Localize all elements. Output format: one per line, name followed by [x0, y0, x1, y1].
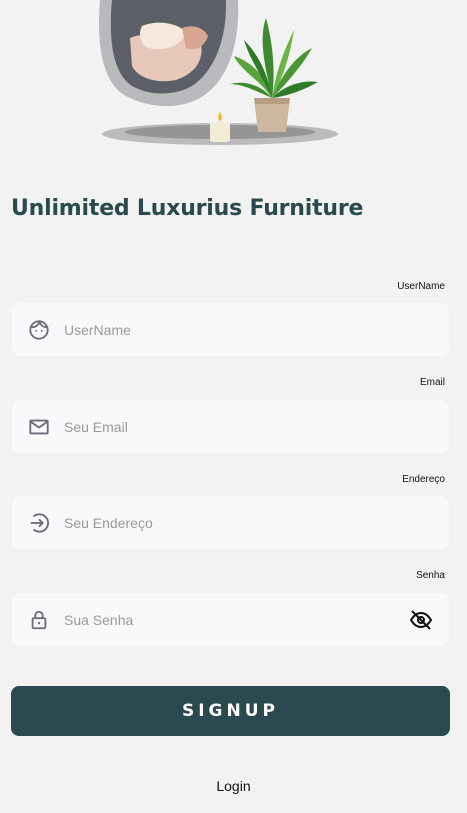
username-label: UserName [397, 281, 445, 292]
login-link[interactable]: Login [0, 778, 467, 794]
eye-off-icon[interactable] [409, 608, 433, 632]
password-field[interactable] [12, 592, 449, 647]
page-title: Unlimited Luxurius Furniture [11, 196, 364, 221]
username-input[interactable] [62, 302, 449, 357]
address-input[interactable] [62, 495, 449, 550]
lock-icon [28, 609, 50, 631]
address-field[interactable] [12, 495, 449, 550]
signup-button[interactable]: SIGNUP [11, 686, 450, 736]
password-label: Senha [416, 570, 445, 581]
address-label: Endereço [402, 474, 445, 485]
email-input[interactable] [62, 399, 449, 454]
mail-icon [28, 416, 50, 438]
face-icon [28, 319, 50, 341]
hero-illustration [99, 0, 338, 145]
email-field[interactable] [12, 399, 449, 454]
password-input[interactable] [62, 592, 409, 647]
email-label: Email [419, 377, 445, 388]
login-arrow-icon [28, 512, 50, 534]
username-field[interactable] [12, 302, 449, 357]
